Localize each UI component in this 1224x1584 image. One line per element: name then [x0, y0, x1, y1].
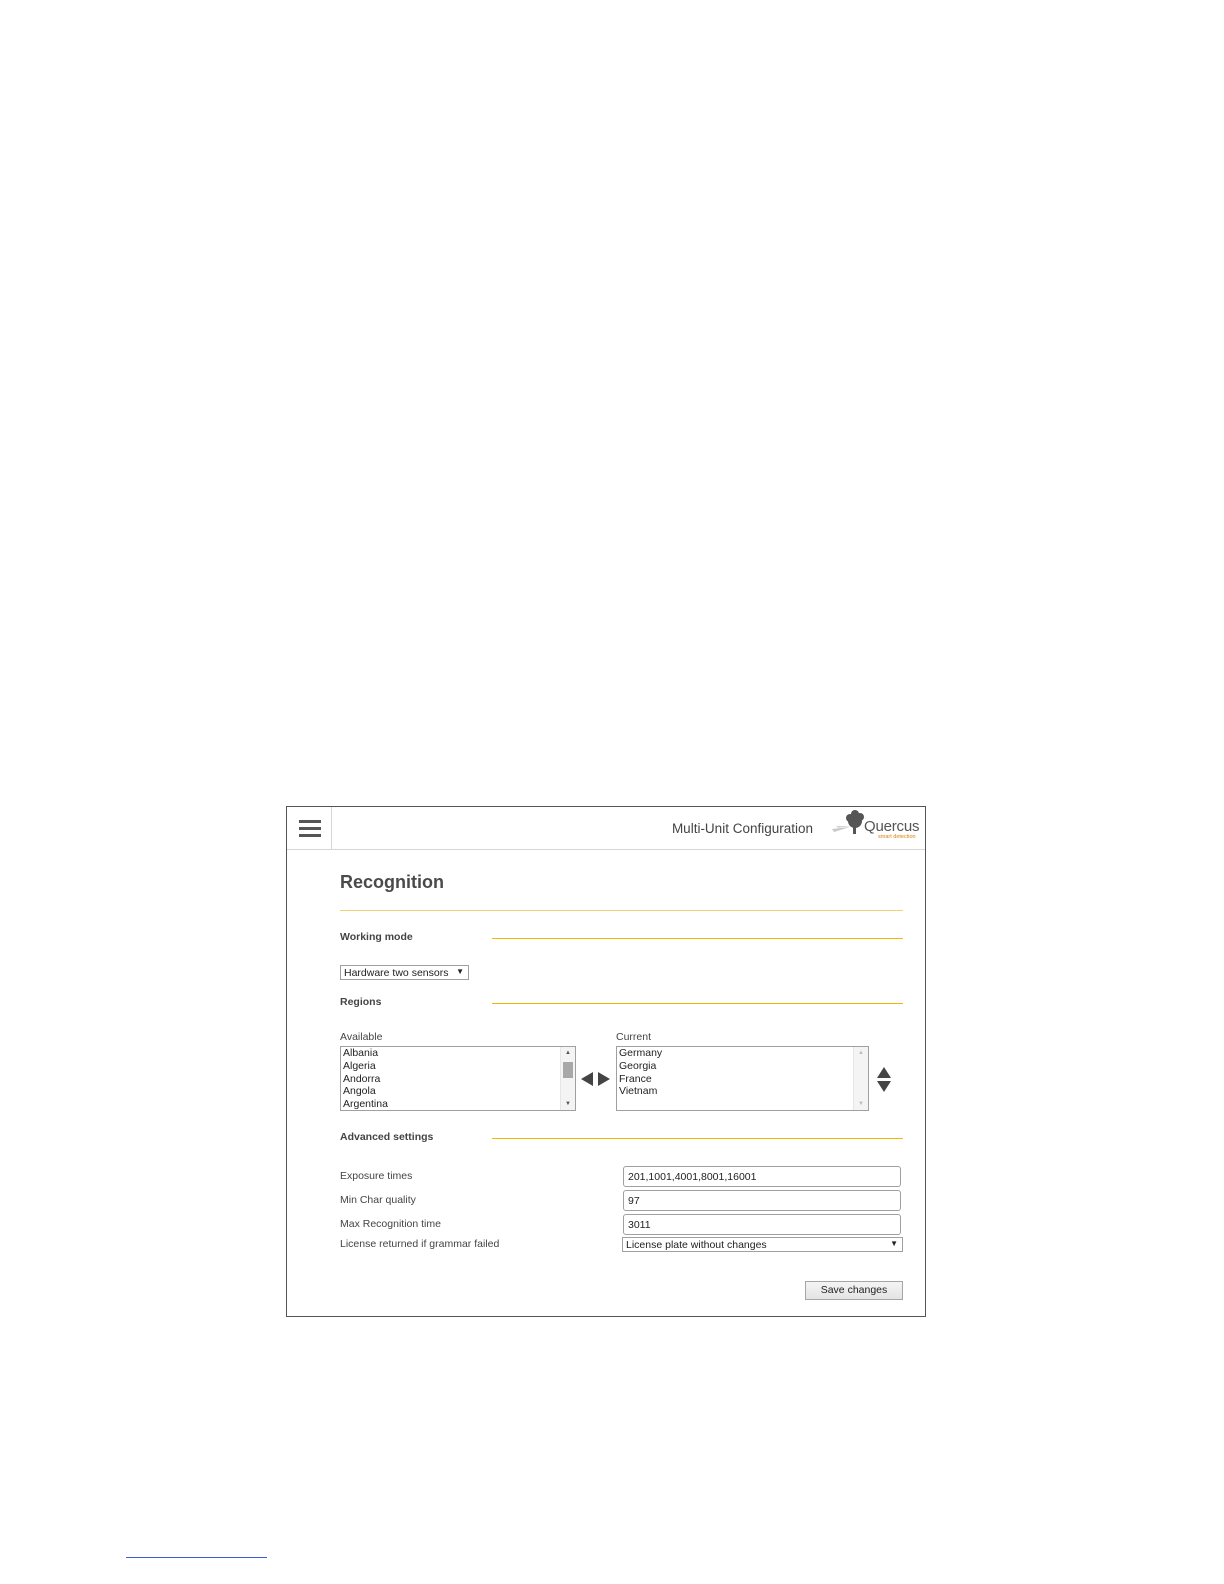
regions-divider: [492, 1003, 903, 1004]
page-title: Recognition: [340, 872, 444, 892]
exposure-times-input[interactable]: 201,1001,4001,8001,16001: [623, 1166, 901, 1187]
grammar-failed-value: License plate without changes: [626, 1239, 767, 1251]
arrow-right-icon[interactable]: [598, 1072, 610, 1086]
working-mode-heading: Working mode: [340, 931, 413, 943]
available-list-scrollbar[interactable]: ▲ ▼: [560, 1047, 575, 1110]
list-item[interactable]: Andorra: [341, 1073, 575, 1086]
current-regions-list[interactable]: Germany Georgia France Vietnam ▲ ▼: [616, 1046, 869, 1111]
list-item[interactable]: France: [617, 1073, 868, 1086]
title-divider: [340, 910, 903, 911]
quercus-logo: Quercus smart detection: [830, 809, 922, 845]
app-title: Multi-Unit Configuration: [671, 821, 813, 836]
advanced-settings-heading: Advanced settings: [340, 1131, 434, 1143]
current-label: Current: [616, 1031, 652, 1043]
list-item[interactable]: Germany: [617, 1047, 868, 1060]
min-char-quality-input[interactable]: 97: [623, 1190, 901, 1211]
working-mode-divider: [492, 938, 903, 939]
regions-heading: Regions: [340, 996, 382, 1008]
list-item[interactable]: Angola: [341, 1085, 575, 1098]
arrow-up-icon[interactable]: [877, 1067, 891, 1078]
list-item[interactable]: Vietnam: [617, 1085, 868, 1098]
save-changes-button[interactable]: Save changes: [805, 1281, 903, 1300]
scroll-up-icon[interactable]: ▲: [561, 1050, 575, 1056]
working-mode-value: Hardware two sensors: [344, 967, 449, 979]
advanced-settings-divider: [492, 1138, 903, 1139]
list-item[interactable]: Algeria: [341, 1060, 575, 1073]
list-item[interactable]: Argentina: [341, 1098, 575, 1110]
grammar-failed-select[interactable]: License plate without changes ▼: [622, 1237, 903, 1252]
scroll-down-icon[interactable]: ▼: [854, 1101, 868, 1107]
hamburger-menu-button[interactable]: [287, 807, 332, 849]
max-recognition-time-label: Max Recognition time: [340, 1218, 441, 1230]
working-mode-select[interactable]: Hardware two sensors ▼: [340, 965, 469, 980]
top-bar: Multi-Unit Configuration Quercus smart d…: [287, 807, 925, 850]
current-list-scrollbar[interactable]: ▲ ▼: [853, 1047, 868, 1110]
arrow-down-icon[interactable]: [877, 1081, 891, 1092]
available-label: Available: [340, 1031, 383, 1043]
configuration-window: Multi-Unit Configuration Quercus smart d…: [286, 806, 926, 1317]
dropdown-caret-icon: ▼: [890, 1239, 898, 1248]
available-regions-list[interactable]: Albania Algeria Andorra Angola Argentina…: [340, 1046, 576, 1111]
logo-wordmark: Quercus: [864, 818, 920, 835]
scroll-up-icon[interactable]: ▲: [854, 1050, 868, 1056]
dropdown-caret-icon: ▼: [456, 967, 464, 976]
list-item[interactable]: Albania: [341, 1047, 575, 1060]
footnote-separator: [126, 1557, 267, 1558]
arrow-left-icon[interactable]: [581, 1072, 593, 1086]
scroll-thumb[interactable]: [563, 1062, 573, 1078]
exposure-times-label: Exposure times: [340, 1170, 413, 1182]
min-char-quality-label: Min Char quality: [340, 1194, 416, 1206]
list-item[interactable]: Georgia: [617, 1060, 868, 1073]
grammar-failed-label: License returned if grammar failed: [340, 1238, 500, 1250]
scroll-down-icon[interactable]: ▼: [561, 1101, 575, 1107]
logo-tagline: smart detection: [878, 834, 916, 840]
max-recognition-time-input[interactable]: 3011: [623, 1214, 901, 1235]
